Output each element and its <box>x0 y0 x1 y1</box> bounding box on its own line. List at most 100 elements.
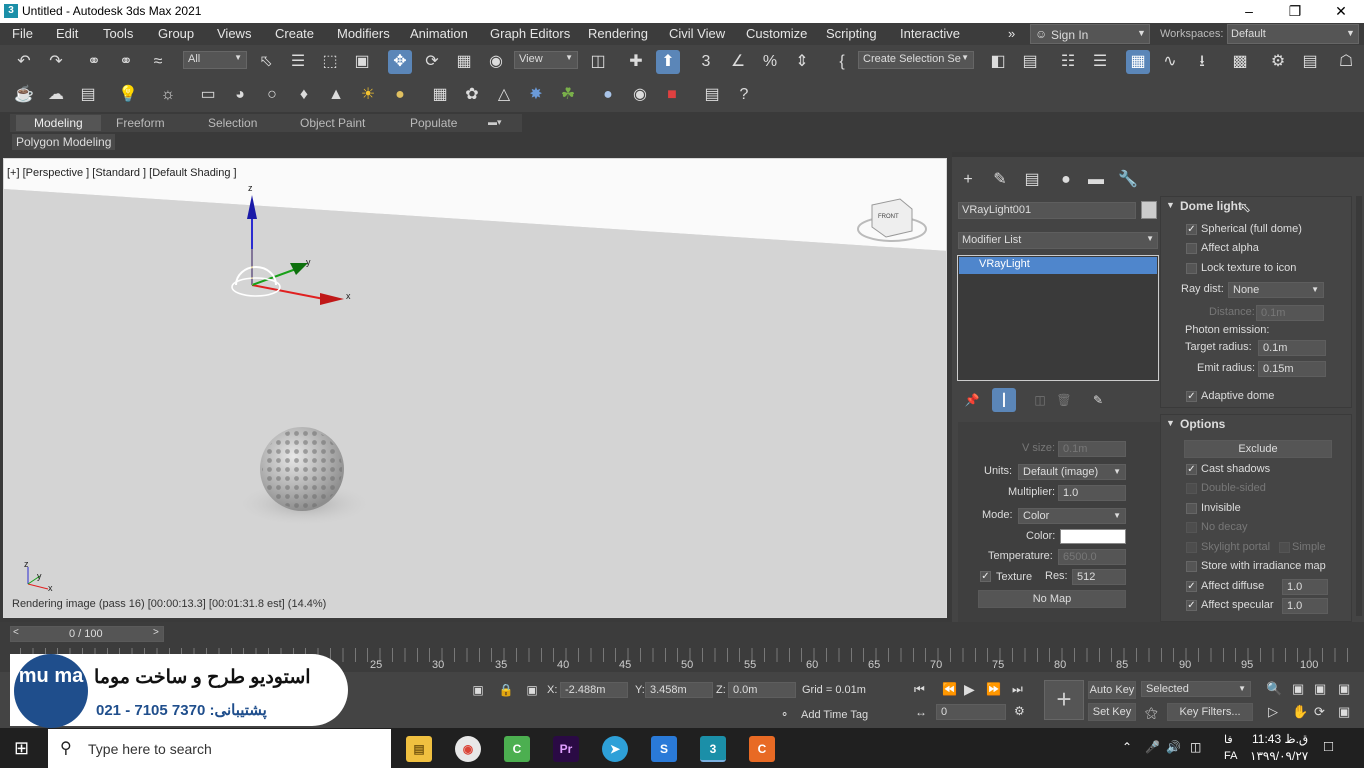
prev-frame-icon[interactable]: < <box>13 627 19 638</box>
color-swatch[interactable] <box>1060 529 1126 544</box>
display-tab-icon[interactable]: ▬ <box>1084 168 1108 192</box>
tab-object-paint[interactable]: Object Paint <box>282 115 383 131</box>
z-coord-field[interactable]: 0.0m <box>728 682 796 698</box>
isolate-selection-icon[interactable]: ▣ <box>466 678 490 702</box>
viewcube-front-label[interactable]: FRONT <box>878 214 899 220</box>
affect-alpha-checkbox[interactable] <box>1186 243 1197 254</box>
menu-tools[interactable]: Tools <box>103 26 133 41</box>
workspaces-select[interactable]: Default ▼ <box>1227 24 1359 44</box>
emit-radius-spinner[interactable]: 0.15m <box>1258 361 1326 377</box>
next-frame-icon[interactable]: > <box>153 627 159 638</box>
time-config-icon[interactable]: ⚙ <box>1014 704 1025 718</box>
menu-overflow-icon[interactable]: » <box>1008 26 1015 41</box>
telegram-icon[interactable]: ➤ <box>602 736 628 762</box>
taskbar-lang[interactable]: FA <box>1224 750 1237 762</box>
adaptive-dome-checkbox[interactable]: ✓ <box>1186 391 1197 402</box>
double-sided-checkbox[interactable] <box>1186 483 1197 494</box>
vray-fur-icon[interactable]: ✿ <box>460 83 484 107</box>
menu-views[interactable]: Views <box>217 26 251 41</box>
chrome-icon[interactable]: ◉ <box>455 736 481 762</box>
file-explorer-icon[interactable]: ▤ <box>406 736 432 762</box>
undo-icon[interactable]: ↶ <box>12 50 36 74</box>
menu-file[interactable]: File <box>12 26 33 41</box>
teapot-icon[interactable]: ☕ <box>12 83 36 107</box>
select-by-name-icon[interactable]: ☰ <box>286 50 310 74</box>
pin-stack-icon[interactable]: 📌 <box>960 388 984 412</box>
modifier-list-select[interactable]: Modifier List ▼ <box>958 232 1158 249</box>
skype-icon[interactable]: S <box>651 736 677 762</box>
camtasia-icon[interactable]: C <box>504 736 530 762</box>
windows-start-icon[interactable]: ⊞ <box>14 738 34 758</box>
scene-explorer-icon[interactable]: ☷ <box>1056 50 1080 74</box>
time-tag-icon[interactable]: ⚬ <box>780 708 789 721</box>
target-radius-spinner[interactable]: 0.1m <box>1258 340 1326 356</box>
percent-snap-icon[interactable]: % <box>758 50 782 74</box>
vray-sky-icon[interactable]: ● <box>388 83 412 107</box>
pivot-center-icon[interactable]: ◫ <box>586 50 610 74</box>
snaps-toggle-icon[interactable]: 3 <box>694 50 718 74</box>
taskbar-lang2[interactable]: فا <box>1224 733 1233 746</box>
key-filter-icon[interactable]: ⚝ <box>1145 705 1158 721</box>
menu-customize[interactable]: Customize <box>746 26 807 41</box>
ribbon-options-icon[interactable]: ▬▾ <box>488 117 502 128</box>
material-editor-icon[interactable]: ▩ <box>1228 50 1252 74</box>
y-coord-field[interactable]: 3.458m <box>645 682 713 698</box>
selected-set-select[interactable]: Selected ▼ <box>1141 681 1251 697</box>
cloud-icon[interactable]: ☁ <box>44 83 68 107</box>
multiplier-spinner[interactable]: 1.0 <box>1058 485 1126 501</box>
vray-cone-icon[interactable]: ▲ <box>324 83 348 107</box>
vray-dome-light-icon[interactable]: ◕ <box>228 83 252 107</box>
vray-ies-icon[interactable]: ☼ <box>156 83 180 107</box>
tab-freeform[interactable]: Freeform <box>98 115 183 131</box>
vray-light-icon[interactable]: 💡 <box>116 83 140 107</box>
units-select[interactable]: Default (image) ▼ <box>1018 464 1126 480</box>
next-key-icon[interactable]: ⏩ <box>986 682 1001 696</box>
affect-diffuse-spinner[interactable]: 1.0 <box>1282 579 1328 595</box>
rendered-frame-icon[interactable]: ▤ <box>1298 50 1322 74</box>
menu-edit[interactable]: Edit <box>56 26 78 41</box>
add-time-tag[interactable]: Add Time Tag <box>801 709 868 721</box>
affect-specular-checkbox[interactable]: ✓ <box>1186 600 1197 611</box>
3dsmax-taskbar-icon[interactable]: 3 <box>700 736 726 762</box>
camtasia-recorder-icon[interactable]: C <box>749 736 775 762</box>
rotate-icon[interactable]: ⟳ <box>420 50 444 74</box>
tab-modeling[interactable]: Modeling <box>16 115 101 131</box>
spinner-snap-icon[interactable]: ⇕ <box>790 50 814 74</box>
redo-icon[interactable]: ↷ <box>44 50 68 74</box>
rollout-collapse-icon[interactable]: ▼ <box>1166 418 1175 428</box>
set-key-button[interactable]: Set Key <box>1088 703 1136 721</box>
no-map-button[interactable]: No Map <box>978 590 1126 608</box>
signin-box[interactable]: ☺ Sign In ▼ <box>1030 24 1150 44</box>
viewport-label[interactable]: [+] [Perspective ] [Standard ] [Default … <box>7 167 237 179</box>
simple-checkbox[interactable] <box>1279 542 1290 553</box>
prev-key-icon[interactable]: ⏪ <box>942 682 957 696</box>
vray-multi-icon[interactable]: ◉ <box>628 83 652 107</box>
vray-grass-icon[interactable]: ☘ <box>556 83 580 107</box>
ribbon-toggle-icon[interactable]: ▦ <box>1126 50 1150 74</box>
menu-scripting[interactable]: Scripting <box>826 26 877 41</box>
stack-item-vraylight[interactable]: VRayLight <box>959 257 1157 274</box>
mode-select[interactable]: Color ▼ <box>1018 508 1126 524</box>
rect-selection-icon[interactable]: ⬚ <box>318 50 342 74</box>
utilities-tab-icon[interactable]: 🔧 <box>1116 168 1140 192</box>
vray-material-icon[interactable]: ● <box>596 83 620 107</box>
premiere-icon[interactable]: Pr <box>553 736 579 762</box>
vray-proxy-icon[interactable]: ▦ <box>428 83 452 107</box>
zoom-icon[interactable]: 🔍 <box>1266 681 1282 697</box>
lock-texture-checkbox[interactable] <box>1186 263 1197 274</box>
menu-create[interactable]: Create <box>275 26 314 41</box>
menu-group[interactable]: Group <box>158 26 194 41</box>
edit-named-selection-icon[interactable]: { <box>830 50 854 74</box>
tab-populate[interactable]: Populate <box>392 115 475 131</box>
rollout-collapse-icon[interactable]: ▼ <box>1166 200 1175 210</box>
frame-buffer-icon[interactable]: ▤ <box>76 83 100 107</box>
vray-sphere-light-icon[interactable]: ○ <box>260 83 284 107</box>
time-slider[interactable]: < 0 / 100 > <box>10 626 164 642</box>
vray-clipper-icon[interactable]: ✸ <box>524 83 548 107</box>
dope-sheet-icon[interactable]: ⭳ <box>1190 50 1214 74</box>
hierarchy-tab-icon[interactable]: ▤ <box>1020 168 1044 192</box>
x-coord-field[interactable]: -2.488m <box>560 682 628 698</box>
configure-sets-icon[interactable]: ✎ <box>1086 388 1110 412</box>
no-decay-checkbox[interactable] <box>1186 522 1197 533</box>
volume-icon[interactable]: 🔊 <box>1166 740 1181 754</box>
